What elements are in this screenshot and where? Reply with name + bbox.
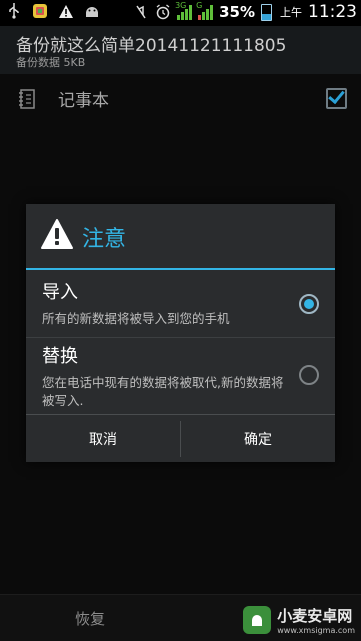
- backup-header: 备份就这么简单20141121111805 备份数据 5KB: [0, 26, 361, 74]
- clock: 11:23: [308, 2, 357, 22]
- dialog-button-bar: 取消 确定: [26, 414, 335, 463]
- signal-icon: 3G: [175, 1, 193, 20]
- watermark-logo-icon: [243, 606, 272, 634]
- network-type-label-2: G: [196, 1, 203, 10]
- app-notification-icon: [32, 3, 48, 19]
- watermark-url: www.xmsigma.com: [277, 626, 355, 635]
- watermark-title: 小麦安卓网: [277, 607, 353, 625]
- status-notifications: [6, 3, 100, 19]
- backup-size: 备份数据 5KB: [16, 56, 86, 69]
- dialog-header: 注意: [26, 204, 335, 268]
- battery-icon: [261, 3, 272, 21]
- option-import-title: 导入: [42, 282, 78, 303]
- dialog-title-divider: [26, 268, 335, 270]
- watermark: 小麦安卓网 www.xmsigma.com: [243, 605, 355, 635]
- usb-icon: [6, 3, 22, 19]
- bottom-action-bar: 恢复 小麦安卓网 www.xmsigma.com: [0, 594, 361, 641]
- alert-icon: [41, 219, 73, 249]
- battery-percent: 35%: [219, 3, 255, 21]
- status-bar: 3G G 35% 上午 11:23: [0, 0, 361, 26]
- cancel-button[interactable]: 取消: [26, 415, 180, 463]
- warning-icon: [58, 3, 74, 19]
- attention-dialog: 注意 导入 所有的新数据将被导入到您的手机 替换 您在电话中现有的数据将被取代,…: [26, 204, 335, 462]
- option-replace-title: 替换: [42, 346, 78, 367]
- status-indicators: 3G G 35% 上午 11:23: [133, 1, 357, 22]
- dialog-title: 注意: [82, 227, 127, 252]
- mute-icon: [133, 4, 149, 20]
- notes-checkbox[interactable]: [326, 88, 347, 109]
- signal-icon-2: G: [196, 1, 214, 20]
- option-replace-description: 您在电话中现有的数据将被取代,新的数据将被写入.: [42, 375, 284, 408]
- option-replace-radio[interactable]: [299, 365, 319, 385]
- notes-label: 记事本: [58, 91, 109, 111]
- notes-icon: [19, 89, 35, 109]
- option-import[interactable]: 导入 所有的新数据将被导入到您的手机: [26, 274, 335, 336]
- confirm-button[interactable]: 确定: [181, 415, 335, 463]
- restore-button[interactable]: 恢复: [0, 595, 180, 641]
- option-replace[interactable]: 替换 您在电话中现有的数据将被取代,新的数据将被写入.: [26, 338, 335, 412]
- option-import-description: 所有的新数据将被导入到您的手机: [42, 311, 230, 326]
- network-type-label: 3G: [175, 1, 187, 10]
- alarm-icon: [155, 4, 171, 20]
- android-icon: [84, 3, 100, 19]
- notes-row[interactable]: 记事本: [0, 82, 361, 118]
- backup-title: 备份就这么简单20141121111805: [16, 36, 287, 56]
- am-pm-label: 上午: [280, 6, 302, 19]
- option-import-radio[interactable]: [299, 294, 319, 314]
